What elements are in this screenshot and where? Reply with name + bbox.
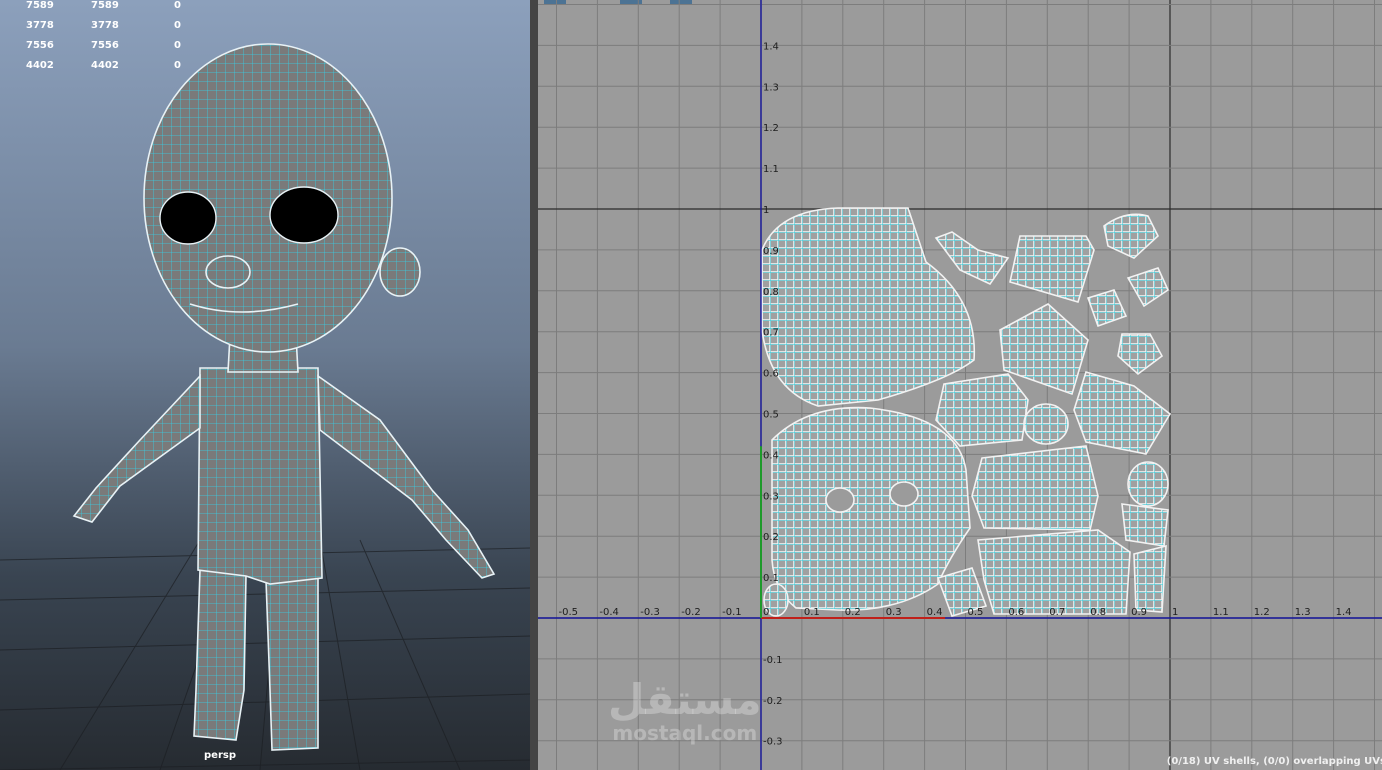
u-tick-label: -0.3 <box>640 607 660 618</box>
v-tick-label: 0.9 <box>763 246 779 257</box>
left-eye <box>159 191 217 245</box>
u-tick-label: 0.5 <box>968 607 984 618</box>
v-tick-label: -0.3 <box>763 737 783 748</box>
uv-shell-hand-2 <box>1126 267 1170 308</box>
uv-shell-ear <box>934 231 1010 286</box>
uv-shell-body-back <box>977 529 1131 615</box>
u-tick-label: 0.3 <box>886 607 902 618</box>
uv-shell-cap <box>1009 235 1095 303</box>
panel-divider[interactable] <box>530 0 538 770</box>
uv-shell-hand-1 <box>1103 213 1159 259</box>
uv-shell-hand-3 <box>1086 289 1128 328</box>
u-tick-label: -0.5 <box>559 607 579 618</box>
uv-shell-round-1 <box>1023 403 1069 445</box>
u-tick-label: 0.9 <box>1131 607 1147 618</box>
uv-shell-body-front <box>971 445 1099 531</box>
v-tick-label: 0.8 <box>763 287 779 298</box>
uv-shell-hand-4 <box>1117 333 1164 376</box>
uv-shell-leg <box>1121 503 1169 547</box>
v-tick-label: 0.6 <box>763 369 779 380</box>
uv-shell-round-2 <box>1127 461 1169 507</box>
u-tick-label: 0.8 <box>1090 607 1106 618</box>
v-tick-label: 0.3 <box>763 491 779 502</box>
u-tick-label: 0.2 <box>845 607 861 618</box>
uv-eye-hole-right <box>889 481 919 507</box>
v-tick-label: 1 <box>763 205 769 216</box>
v-tick-label: 1.3 <box>763 82 779 93</box>
u-tick-label: 1.3 <box>1295 607 1311 618</box>
uv-eye-hole-left <box>825 487 855 513</box>
v-tick-label: 0.2 <box>763 532 779 543</box>
u-tick-label: 0.6 <box>1008 607 1024 618</box>
v-tick-label: 0.5 <box>763 410 779 421</box>
v-tick-label: 0.7 <box>763 328 779 339</box>
uv-grid[interactable]: -0.5 -0.4 -0.3 -0.2 -0.1 0 0.1 0.2 0.3 0.4 0.5 0.6 0… <box>538 0 1382 770</box>
u-tick-label: -0.2 <box>681 607 701 618</box>
v-tick-labels: 1.4 1.3 1.2 1.1 1 0.9 0.8 0.7 0.6 0.5 0.4 0.3 0.2 0.1… <box>763 41 783 747</box>
uv-editor-panel[interactable]: -0.5 -0.4 -0.3 -0.2 -0.1 0 0.1 0.2 0.3 0.4 0.5 0.6 0… <box>538 0 1382 770</box>
camera-label: persp <box>204 750 236 761</box>
watermark: مستقل mostaql.com <box>608 675 762 745</box>
v-tick-label: 1.2 <box>763 123 779 134</box>
uv-shell-foot <box>1133 544 1167 613</box>
u-tick-label: 0.7 <box>1049 607 1065 618</box>
watermark-arabic: مستقل <box>608 675 762 724</box>
u-tick-label: -0.4 <box>599 607 619 618</box>
uv-status-text: (0/18) UV shells, (0/0) overlapping UVs <box>1166 756 1382 767</box>
watermark-latin: mostaql.com <box>612 721 758 745</box>
v-tick-label: -0.2 <box>763 696 783 707</box>
u-tick-label: 0.1 <box>804 607 820 618</box>
u-tick-label: -0.1 <box>722 607 742 618</box>
v-tick-label: 1.1 <box>763 164 779 175</box>
u-tick-label: 0.4 <box>927 607 943 618</box>
perspective-viewport[interactable]: 7589 7589 0 3778 3778 0 7556 7556 0 4402… <box>0 0 530 770</box>
right-eye <box>269 186 339 244</box>
character-model[interactable] <box>0 0 530 770</box>
u-tick-label: 0 <box>763 607 769 618</box>
v-tick-label: 0.4 <box>763 450 779 461</box>
uv-shell-arm-left <box>935 373 1029 447</box>
v-tick-label: -0.1 <box>763 655 783 666</box>
u-tick-label: 1.2 <box>1254 607 1270 618</box>
v-tick-label: 0.1 <box>763 573 779 584</box>
v-tick-label: 1.4 <box>763 41 779 52</box>
uv-shell-arm-right <box>1073 371 1172 455</box>
u-tick-label: 1.1 <box>1213 607 1229 618</box>
u-tick-label: 1.4 <box>1336 607 1352 618</box>
u-tick-label: 1 <box>1172 607 1178 618</box>
